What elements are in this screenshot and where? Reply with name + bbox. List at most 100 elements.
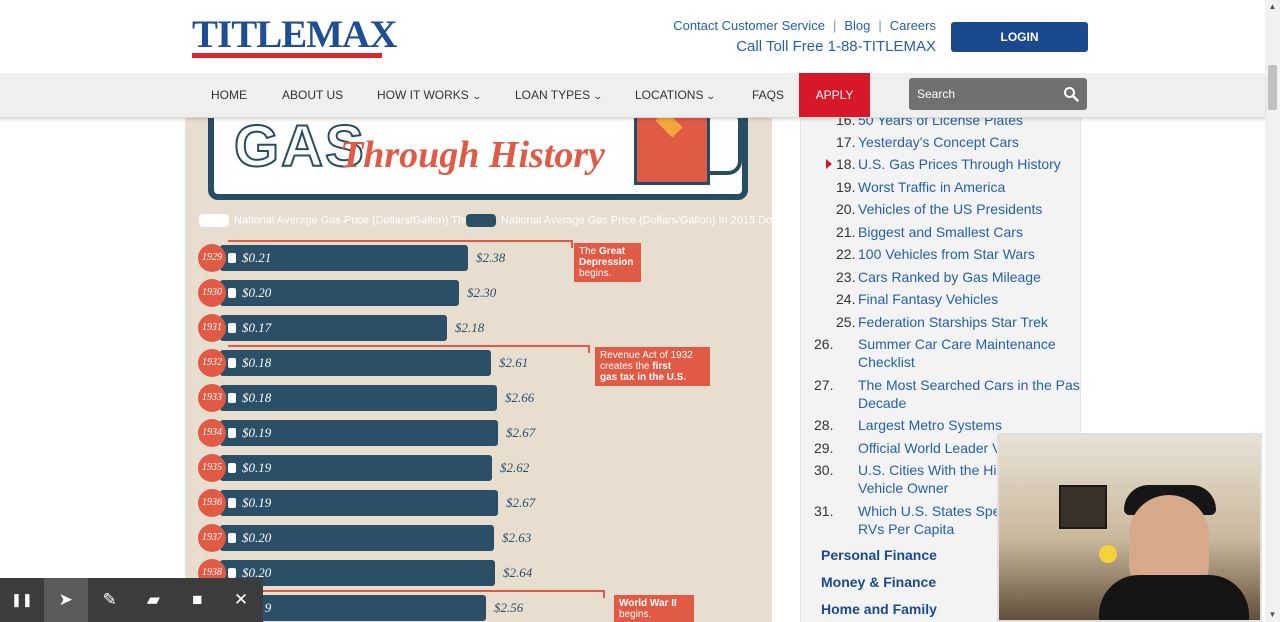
- sidebar-item[interactable]: 28. Largest Metro Systems: [814, 416, 1080, 434]
- sidebar-item-number: 21.: [836, 224, 856, 240]
- callout-great-depression: The Great Depression begins.: [574, 243, 641, 282]
- then-price-marker: [228, 568, 236, 578]
- adjusted-price-label: $2.66: [505, 390, 535, 405]
- sidebar-item-number: 27.: [814, 377, 834, 393]
- blog-link[interactable]: Blog: [844, 18, 870, 33]
- then-price-label: $0.19: [242, 495, 272, 510]
- scrollbar-thumb[interactable]: [1268, 65, 1277, 110]
- sidebar-item-number: 19.: [836, 179, 856, 195]
- callout-revenue-act: Revenue Act of 1932 creates the first gas …: [595, 347, 710, 386]
- login-button[interactable]: LOGIN: [951, 22, 1088, 52]
- callout-line: [228, 240, 573, 242]
- category-home-family[interactable]: Home and Family: [821, 601, 937, 617]
- search-icon[interactable]: [1063, 86, 1079, 102]
- toll-free-number[interactable]: Call Toll Free 1-88-TITLEMAX: [736, 38, 936, 55]
- search-input[interactable]: [915, 86, 1059, 102]
- then-price-label: $0.20: [242, 530, 272, 545]
- sidebar-item-label: Cars Ranked by Gas Mileage: [858, 269, 1041, 285]
- adjusted-price-bar: $0.18: [220, 350, 491, 376]
- pump-hose-icon: [710, 117, 742, 175]
- nav-loan-types[interactable]: LOAN TYPES ⌄: [515, 73, 604, 117]
- sidebar-item[interactable]: 17. Yesterday's Concept Cars: [836, 133, 1066, 151]
- sidebar-item[interactable]: 26. Summer Car Care Maintenance Checklist: [814, 335, 1080, 371]
- sidebar-item-label: Final Fantasy Vehicles: [858, 291, 999, 307]
- callout-line: [571, 240, 573, 248]
- careers-link[interactable]: Careers: [890, 18, 936, 33]
- year-badge: 1936: [198, 489, 226, 517]
- legend-adjusted: National Average Gas Price (Dollars/Gall…: [466, 214, 772, 227]
- sidebar-item-label: Largest Metro Systems: [858, 417, 1002, 433]
- contact-customer-service-link[interactable]: Contact Customer Service: [673, 18, 825, 33]
- sidebar-item[interactable]: 22. 100 Vehicles from Star Wars: [836, 245, 1066, 263]
- chevron-down-icon: ⌄: [592, 91, 604, 101]
- sidebar-item[interactable]: 18. U.S. Gas Prices Through History: [826, 155, 1066, 173]
- current-item-arrow-icon: [826, 159, 832, 169]
- pen-icon[interactable]: ✎: [88, 578, 132, 622]
- sidebar-item[interactable]: 27. The Most Searched Cars in the Past De…: [814, 376, 1081, 412]
- adjusted-price-label: $2.56: [494, 600, 524, 615]
- pause-icon[interactable]: ❚❚: [0, 578, 44, 622]
- adjusted-price-bar: $0.19: [220, 420, 498, 446]
- adjusted-price-bar: $0.20: [220, 280, 459, 306]
- sidebar-item[interactable]: 25. Federation Starships Star Trek: [836, 313, 1066, 331]
- sidebar-item[interactable]: 24. Final Fantasy Vehicles: [836, 290, 1066, 308]
- sidebar-item-number: 24.: [836, 291, 856, 307]
- chevron-down-icon: ⌄: [471, 91, 482, 101]
- callout-line: [228, 590, 605, 592]
- nav-how-it-works[interactable]: HOW IT WORKS ⌄: [377, 73, 482, 117]
- page-scrollbar[interactable]: ▲ ▼: [1265, 0, 1280, 622]
- adjusted-price-bar: $0.19: [220, 455, 492, 481]
- sidebar-item-number: 30.: [814, 462, 834, 478]
- then-price-marker: [228, 253, 236, 263]
- adjusted-price-label: $2.61: [499, 355, 529, 370]
- category-personal-finance[interactable]: Personal Finance: [821, 547, 937, 563]
- then-price-marker: [228, 463, 236, 473]
- then-price-marker: [228, 288, 236, 298]
- nav-locations-label: LOCATIONS: [635, 88, 704, 102]
- nav-faqs[interactable]: FAQS: [752, 73, 784, 117]
- adjusted-price-label: $2.38: [476, 250, 506, 265]
- then-price-label: $0.21: [242, 250, 272, 265]
- top-links: Contact Customer Service | Blog | Careers: [673, 18, 936, 33]
- camera-icon[interactable]: ■: [175, 578, 219, 622]
- sidebar-item[interactable]: 21. Biggest and Smallest Cars: [836, 223, 1066, 241]
- adjusted-price-label: $2.67: [506, 425, 536, 440]
- adjusted-price-bar: $0.20: [220, 525, 494, 551]
- pointer-icon[interactable]: ➤: [43, 578, 88, 622]
- search-box[interactable]: [909, 78, 1087, 110]
- callout-world-war-ii: World War II begins.: [614, 595, 694, 622]
- sidebar-item[interactable]: 23. Cars Ranked by Gas Mileage: [836, 268, 1066, 286]
- category-money-finance[interactable]: Money & Finance: [821, 574, 936, 590]
- scroll-up-arrow-icon[interactable]: ▲: [1265, 0, 1280, 14]
- sidebar-item-number: 31.: [814, 503, 834, 519]
- titlemax-logo[interactable]: TITLEMAX: [192, 13, 397, 62]
- logo-underline: [192, 53, 382, 58]
- then-price-label: $0.20: [242, 285, 272, 300]
- nav-apply-button[interactable]: APPLY: [799, 73, 870, 117]
- banner-through-history: Through History: [340, 134, 606, 176]
- sidebar-item[interactable]: 19. Worst Traffic in America: [836, 178, 1066, 196]
- sidebar-item-label: Summer Car Care Maintenance Checklist: [858, 336, 1056, 370]
- sidebar-item[interactable]: 16. 50 Years of License Plates: [836, 117, 1066, 129]
- then-price-marker: [228, 323, 236, 333]
- sidebar-item-label: The Most Searched Cars in the Past Decad…: [858, 377, 1081, 411]
- sidebar-item-label: Yesterday's Concept Cars: [858, 134, 1019, 150]
- sidebar-item-number: 16.: [836, 117, 856, 128]
- nav-loan-types-label: LOAN TYPES: [515, 88, 591, 102]
- sidebar-item-number: 17.: [836, 134, 856, 150]
- nav-locations[interactable]: LOCATIONS ⌄: [635, 73, 717, 117]
- highlighter-icon[interactable]: ▰: [131, 578, 175, 622]
- adjusted-price-label: $2.30: [467, 285, 497, 300]
- nav-home-label: HOME: [211, 88, 247, 102]
- year-badge: 1929: [198, 244, 226, 272]
- close-icon[interactable]: ✕: [219, 578, 263, 622]
- sidebar-item-number: 26.: [814, 336, 834, 352]
- callout-line: [228, 345, 590, 347]
- nav-about-us[interactable]: ABOUT US: [282, 73, 343, 117]
- adjusted-price-label: $2.64: [503, 565, 533, 580]
- infographic-banner: GAS Through History: [208, 117, 748, 200]
- scroll-down-arrow-icon[interactable]: ▼: [1265, 608, 1280, 622]
- nav-home[interactable]: HOME: [211, 73, 247, 117]
- gas-price-infographic: GAS Through History National Average Gas…: [185, 117, 772, 622]
- sidebar-item[interactable]: 20. Vehicles of the US Presidents: [836, 200, 1066, 218]
